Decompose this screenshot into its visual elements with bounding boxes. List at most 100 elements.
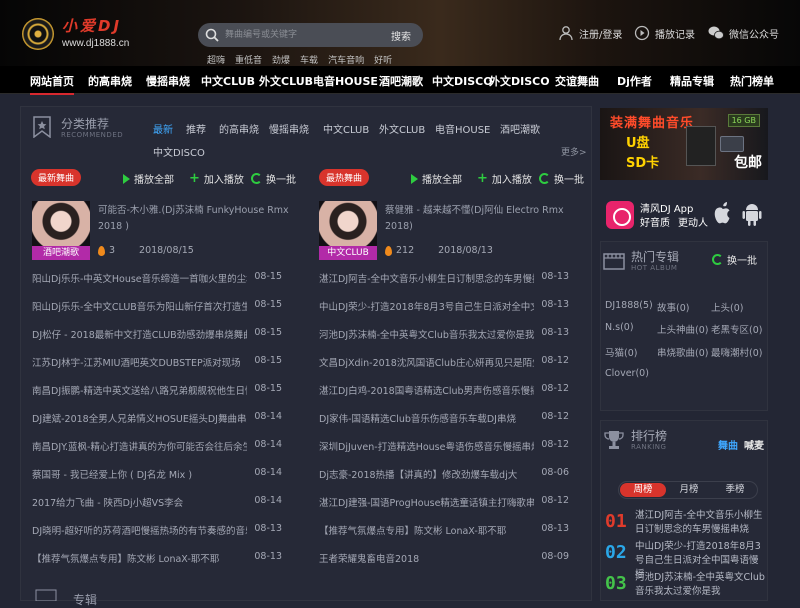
track-row-title[interactable]: 湛江DJ建强-国语ProgHouse精选童话镇主打嗨歌串 bbox=[319, 495, 534, 509]
rank-type-dance[interactable]: 舞曲 bbox=[718, 437, 738, 452]
album-item[interactable]: 上头神曲(0) bbox=[657, 322, 708, 336]
featured-track[interactable]: 酒吧潮歌 可能否-木小雅.(Dj苏沫楠 FunkyHouse Rmx 2018 … bbox=[32, 201, 302, 263]
site-logo[interactable]: 小爱DJ www.dj1888.cn bbox=[22, 14, 172, 54]
track-row-title[interactable]: 阳山Dj乐乐-中英文House音乐缔造一首咖火里的尘埃 bbox=[32, 271, 247, 285]
track-row[interactable]: 南昌DJ振鹏-精选中英文送给八路兄弟舰舰祝他生日快 08-15 bbox=[32, 383, 282, 397]
track-row-title[interactable]: 阳山Dj乐乐-全中文CLUB音乐为阳山新仔首次打造生 bbox=[32, 299, 247, 313]
track-row[interactable]: DJ晓明-超好听的苏荷酒吧慢摇热场的有节奏感的音乐 08-13 bbox=[32, 523, 282, 537]
wechat-link[interactable]: 微信公众号 bbox=[708, 25, 779, 41]
category-tab[interactable]: 外文CLUB bbox=[379, 121, 425, 136]
rank-title[interactable]: 湛江DJ阿吉-全中文音乐小柳生日订制思念的车男慢摇串烧 bbox=[635, 509, 767, 537]
album-item[interactable]: 最嗨潮村(0) bbox=[711, 345, 762, 359]
nav-item[interactable]: 中文CLUB bbox=[201, 73, 255, 89]
nav-item[interactable]: 酒吧潮歌 bbox=[379, 73, 423, 89]
nav-item[interactable]: 中文DISCO bbox=[432, 73, 493, 89]
album-item[interactable]: N.s(0) bbox=[605, 322, 634, 333]
app-promo[interactable]: 清风DJ App 好音质 更动人 bbox=[606, 200, 766, 230]
track-row-title[interactable]: 【推荐气氛爆点专用】陈文彬 LonaX-耶不耶 bbox=[319, 523, 534, 537]
nav-item[interactable]: 热门榜单 bbox=[730, 73, 774, 89]
track-row[interactable]: 湛江DJ建强-国语ProgHouse精选童话镇主打嗨歌串 08-12 bbox=[319, 495, 569, 509]
rank-item[interactable]: 01 湛江DJ阿吉-全中文音乐小柳生日订制思念的车男慢摇串烧 bbox=[605, 509, 765, 539]
track-row-title[interactable]: 中山DJ荣少-打造2018年8月3号自己生日派对全中文 bbox=[319, 299, 534, 313]
track-row[interactable]: Dj志豪-2018热播【讲真的】修改劲爆车载dj大 08-06 bbox=[319, 467, 569, 481]
track-row[interactable]: 2017给力飞曲 - 陕西Dj小超VS李会 08-14 bbox=[32, 495, 282, 509]
history-link[interactable]: 播放记录 bbox=[634, 25, 695, 41]
track-row-title[interactable]: 王者荣耀鬼畜电音2018 bbox=[319, 551, 534, 565]
add-play-button[interactable]: + 加入播放 bbox=[477, 171, 532, 187]
add-play-button[interactable]: + 加入播放 bbox=[189, 171, 244, 187]
nav-item[interactable]: Dj作者 bbox=[617, 73, 652, 89]
track-title[interactable]: 可能否-木小雅.(Dj苏沫楠 FunkyHouse Rmx 2018 ) bbox=[98, 203, 298, 235]
track-row-title[interactable]: Dj志豪-2018热播【讲真的】修改劲爆车载dj大 bbox=[319, 467, 534, 481]
category-tab[interactable]: 中文DISCO bbox=[153, 144, 205, 159]
track-row[interactable]: 阳山Dj乐乐-全中文CLUB音乐为阳山新仔首次打造生 08-15 bbox=[32, 299, 282, 313]
track-row-title[interactable]: 湛江DJ白鸡-2018国粤语精选Club男声伤感音乐慢摇 bbox=[319, 383, 534, 397]
swap-button[interactable]: 换一批 bbox=[712, 252, 757, 267]
category-tab[interactable]: 慢摇串烧 bbox=[269, 121, 309, 136]
search-button[interactable]: 搜索 bbox=[391, 28, 411, 43]
play-all-button[interactable]: 播放全部 bbox=[411, 171, 462, 186]
track-row[interactable]: 【推荐气氛爆点专用】陈文彬 LonaX-耶不耶 08-13 bbox=[32, 551, 282, 565]
track-row[interactable]: 文昌DjXdin-2018沈风国语Club庄心妍再见只是陌生 08-12 bbox=[319, 355, 569, 369]
album-item[interactable]: DJ1888(5) bbox=[605, 300, 653, 311]
tab-quarter[interactable]: 季榜 bbox=[712, 483, 758, 497]
track-row[interactable]: DJ建斌-2018全男人兄弟情义HOSUE摇头DJ舞曲串烧 08-14 bbox=[32, 411, 282, 425]
track-row-title[interactable]: 河池DJ苏沫楠-全中英粤文Club音乐我太过爱你是我 bbox=[319, 327, 534, 341]
category-tab[interactable]: 电音HOUSE bbox=[435, 121, 490, 136]
search-input[interactable] bbox=[225, 26, 375, 44]
track-row-title[interactable]: 湛江DJ阿吉-全中文音乐小柳生日订制思念的车男慢摇 bbox=[319, 271, 534, 285]
more-link[interactable]: 更多> bbox=[561, 145, 587, 158]
category-tab[interactable]: 的高串烧 bbox=[219, 121, 259, 136]
tab-month[interactable]: 月榜 bbox=[666, 483, 712, 497]
category-tab[interactable]: 推荐 bbox=[186, 121, 206, 136]
track-row-title[interactable]: DJ晓明-超好听的苏荷酒吧慢摇热场的有节奏感的音乐 bbox=[32, 523, 247, 537]
tab-week[interactable]: 周榜 bbox=[620, 483, 666, 497]
swap-button[interactable]: 换一批 bbox=[539, 171, 584, 186]
track-row-title[interactable]: 文昌DjXdin-2018沈风国语Club庄心妍再见只是陌生 bbox=[319, 355, 534, 369]
album-item[interactable]: 故事(0) bbox=[657, 300, 689, 314]
track-row[interactable]: 王者荣耀鬼畜电音2018 08-09 bbox=[319, 551, 569, 565]
rank-type-mc[interactable]: 喊麦 bbox=[744, 437, 764, 452]
swap-button[interactable]: 换一批 bbox=[251, 171, 296, 186]
track-row[interactable]: DJ松仔 - 2018最新中文打造CLUB劲感劲爆串烧舞曲 08-15 bbox=[32, 327, 282, 341]
track-row-title[interactable]: 【推荐气氛爆点专用】陈文彬 LonaX-耶不耶 bbox=[32, 551, 247, 565]
nav-item[interactable]: 交谊舞曲 bbox=[555, 73, 599, 89]
hot-keyword[interactable]: 好听 bbox=[374, 53, 392, 66]
android-icon[interactable] bbox=[740, 200, 764, 228]
nav-item[interactable]: 外文CLUB bbox=[259, 73, 313, 89]
apple-icon[interactable] bbox=[710, 200, 734, 226]
track-row-title[interactable]: 2017给力飞曲 - 陕西Dj小超VS李会 bbox=[32, 495, 247, 509]
track-row-title[interactable]: 江苏DJ林宇-江苏MIU酒吧英文DUBSTEP派对现场 bbox=[32, 355, 247, 369]
track-row-title[interactable]: 南昌DJY.蓝枫-精心打造讲真的为你可能否会往后余生 bbox=[32, 439, 247, 453]
track-row[interactable]: 中山DJ荣少-打造2018年8月3号自己生日派对全中文 08-13 bbox=[319, 299, 569, 313]
track-title[interactable]: 蔡健雅 - 越来越不懂(Dj阿仙 Electro Rmx 2018) bbox=[385, 203, 585, 235]
usb-ad-banner[interactable]: 装满舞曲音乐 U盘 SD卡 16 GB 包邮 bbox=[600, 108, 768, 180]
album-item[interactable]: 上头(0) bbox=[711, 300, 743, 314]
rank-item[interactable]: 02 中山DJ荣少-打造2018年8月3号自己生日派对全中国粤语慢摇 bbox=[605, 540, 765, 580]
rank-item[interactable]: 03 河池DJ苏沫楠-全中英粤文Club音乐我太过爱你是我 bbox=[605, 571, 765, 601]
nav-item[interactable]: 外文DISCO bbox=[489, 73, 550, 89]
track-row-title[interactable]: DJ松仔 - 2018最新中文打造CLUB劲感劲爆串烧舞曲 bbox=[32, 327, 247, 341]
hot-keyword[interactable]: 车载 bbox=[300, 53, 318, 66]
category-tab[interactable]: 中文CLUB bbox=[323, 121, 369, 136]
nav-item[interactable]: 慢摇串烧 bbox=[146, 73, 190, 89]
track-row[interactable]: 江苏DJ林宇-江苏MIU酒吧英文DUBSTEP派对现场 08-15 bbox=[32, 355, 282, 369]
login-link[interactable]: 注册/登录 bbox=[558, 25, 622, 41]
hot-keyword[interactable]: 超嗨 bbox=[207, 53, 225, 66]
track-cover[interactable]: 酒吧潮歌 bbox=[32, 201, 90, 260]
album-item[interactable]: 老黑专区(0) bbox=[711, 322, 762, 336]
nav-item[interactable]: 网站首页 bbox=[30, 73, 74, 95]
track-cover[interactable]: 中文CLUB bbox=[319, 201, 377, 260]
track-row-title[interactable]: 南昌DJ振鹏-精选中英文送给八路兄弟舰舰祝他生日快 bbox=[32, 383, 247, 397]
play-all-button[interactable]: 播放全部 bbox=[123, 171, 174, 186]
track-row[interactable]: 湛江DJ白鸡-2018国粤语精选Club男声伤感音乐慢摇 08-12 bbox=[319, 383, 569, 397]
track-row[interactable]: DJ家伟-国语精选Club音乐伤感音乐车载DJ串烧 08-12 bbox=[319, 411, 569, 425]
album-item[interactable]: 马猫(0) bbox=[605, 345, 637, 359]
album-item[interactable]: Clover(0) bbox=[605, 368, 649, 379]
hot-keyword[interactable]: 劲爆 bbox=[272, 53, 290, 66]
featured-track[interactable]: 中文CLUB 蔡健雅 - 越来越不懂(Dj阿仙 Electro Rmx 2018… bbox=[319, 201, 589, 263]
nav-item[interactable]: 精品专辑 bbox=[670, 73, 714, 89]
nav-item[interactable]: 的高串烧 bbox=[88, 73, 132, 89]
track-row[interactable]: 【推荐气氛爆点专用】陈文彬 LonaX-耶不耶 08-13 bbox=[319, 523, 569, 537]
track-row-title[interactable]: 深圳DjJuven-打造精选House粤语伤感音乐慢摇串烧 bbox=[319, 439, 534, 453]
